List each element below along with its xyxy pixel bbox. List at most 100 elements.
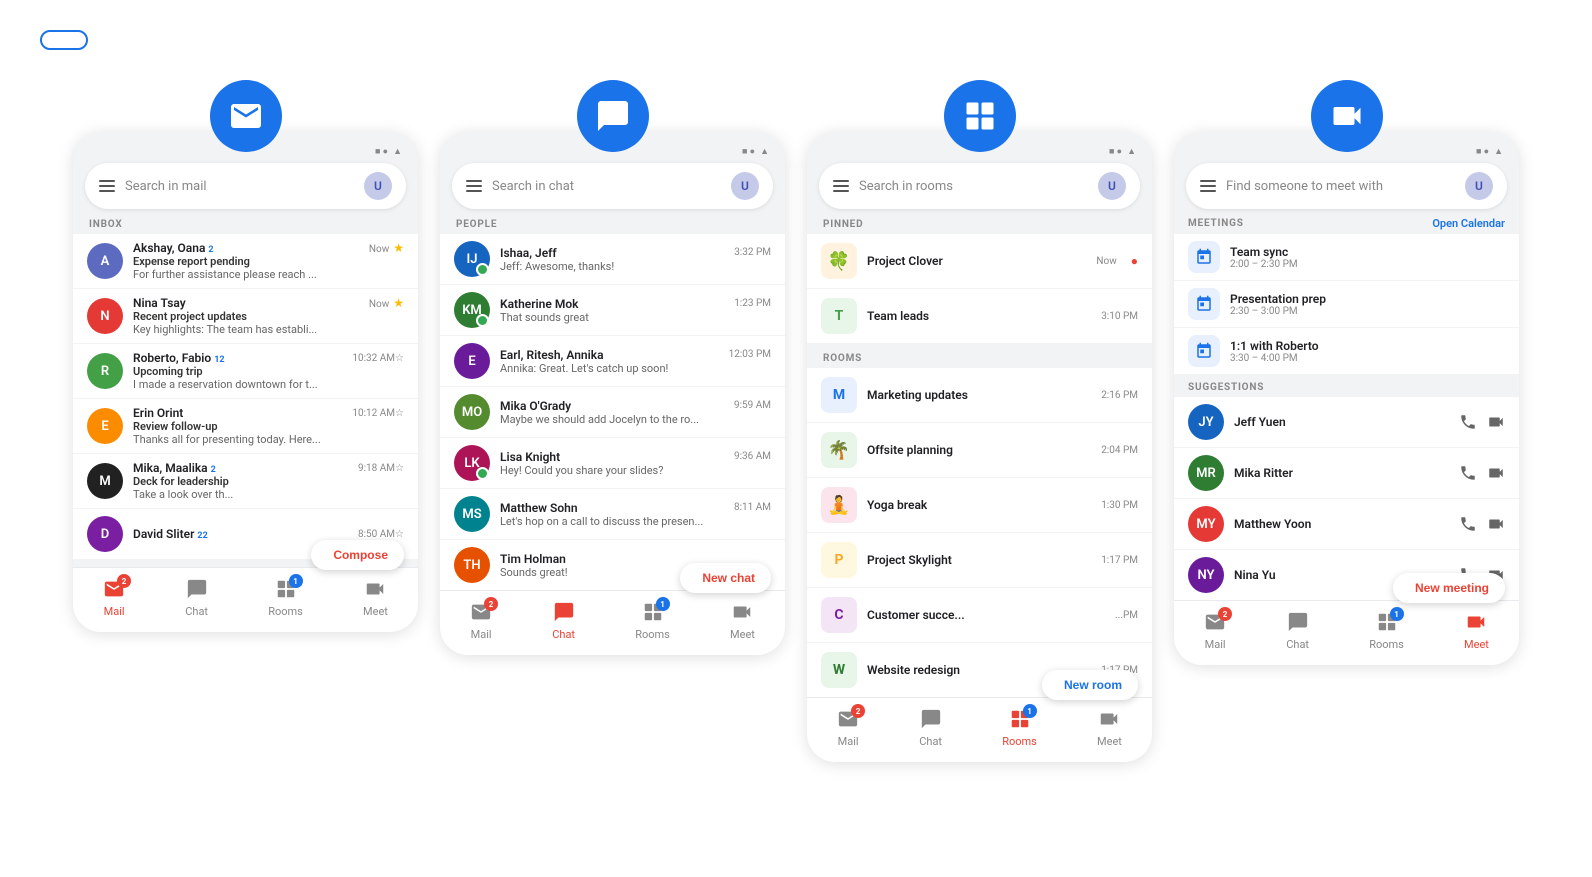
mail-list-item[interactable]: N Nina Tsay Now★ Recent project updates … xyxy=(73,288,418,343)
suggestion-name: Mika Ritter xyxy=(1234,466,1449,480)
suggestion-item[interactable]: MR Mika Ritter xyxy=(1174,447,1519,498)
mail-list-item[interactable]: E Erin Orint 10:12 AM☆ Review follow-up … xyxy=(73,398,418,453)
item-name: Matthew Sohn 8:11 AM xyxy=(500,501,771,515)
room-time: 3:10 PM xyxy=(1101,311,1138,322)
item-content: Akshay, Oana2 Now★ Expense report pendin… xyxy=(133,241,404,281)
hamburger-menu[interactable] xyxy=(99,180,115,192)
item-subject: Recent project updates xyxy=(133,310,404,323)
room-name: Marketing updates xyxy=(867,388,1091,402)
mail-list-item[interactable]: R Roberto, Fabio12 10:32 AM☆ Upcoming tr… xyxy=(73,343,418,398)
item-name: Roberto, Fabio12 10:32 AM☆ xyxy=(133,351,404,365)
chat-list-item[interactable]: KM Katherine Mok 1:23 PM That sounds gre… xyxy=(440,284,785,335)
room-list-item[interactable]: C Customer succe... ...PM xyxy=(807,587,1152,642)
nav-item-rooms[interactable]: 1Rooms xyxy=(268,578,303,618)
nav-item-rooms[interactable]: 1Rooms xyxy=(1002,708,1037,748)
fab-compose[interactable]: Compose xyxy=(311,540,404,570)
mail-list-item[interactable]: A Akshay, Oana2 Now★ Expense report pend… xyxy=(73,234,418,288)
nav-item-meet[interactable]: Meet xyxy=(363,578,388,618)
hamburger-menu[interactable] xyxy=(466,180,482,192)
nav-item-chat[interactable]: Chat xyxy=(552,601,575,641)
room-time: 2:04 PM xyxy=(1101,445,1138,456)
chat-list-item[interactable]: E Earl, Ritesh, Annika 12:03 PM Annika: … xyxy=(440,335,785,386)
room-time: Now xyxy=(1096,256,1116,267)
nav-item-meet[interactable]: Meet xyxy=(1097,708,1122,748)
fab-label: New chat xyxy=(702,571,755,585)
room-list-item[interactable]: P Project Skylight 1:17 PM xyxy=(807,532,1152,587)
nav-item-chat[interactable]: Chat xyxy=(919,708,942,748)
meeting-event-item[interactable]: Team sync 2:00 – 2:30 PM xyxy=(1174,234,1519,280)
nav-item-mail[interactable]: 2Mail xyxy=(470,601,492,641)
search-bar-rooms[interactable]: Search in rooms U xyxy=(819,163,1140,209)
room-icon: T xyxy=(821,298,857,334)
suggestion-item[interactable]: JY Jeff Yuen xyxy=(1174,397,1519,447)
pinned-room-item[interactable]: T Team leads 3:10 PM xyxy=(807,288,1152,343)
chat-list-item[interactable]: LK Lisa Knight 9:36 AM Hey! Could you sh… xyxy=(440,437,785,488)
hamburger-menu[interactable] xyxy=(1200,180,1216,192)
nav-icon-container-mail: 2 xyxy=(837,708,859,733)
item-content: Katherine Mok 1:23 PM That sounds great xyxy=(500,297,771,324)
nav-item-mail[interactable]: 2 Mail xyxy=(103,578,125,618)
mail-list-item[interactable]: M Mika, Maalika2 9:18 AM☆ Deck for leade… xyxy=(73,453,418,508)
search-placeholder: Search in chat xyxy=(492,179,721,194)
meeting-event-item[interactable]: 1:1 with Roberto 3:30 – 4:00 PM xyxy=(1174,327,1519,374)
nav-label: Rooms xyxy=(268,605,303,618)
hamburger-menu[interactable] xyxy=(833,180,849,192)
suggestion-item[interactable]: MY Matthew Yoon xyxy=(1174,498,1519,549)
meeting-event-item[interactable]: Presentation prep 2:30 – 3:00 PM xyxy=(1174,280,1519,327)
item-name: Mika, Maalika2 9:18 AM☆ xyxy=(133,461,404,475)
nav-item-rooms[interactable]: 1Rooms xyxy=(635,601,670,641)
nav-item-meet[interactable]: Meet xyxy=(730,601,755,641)
nav-icon-container-mail: 2 xyxy=(1204,611,1226,636)
chat-list-item[interactable]: MO Mika O'Grady 9:59 AM Maybe we should … xyxy=(440,386,785,437)
room-time: 2:16 PM xyxy=(1101,390,1138,401)
room-icon: 🌴 xyxy=(821,432,857,468)
pinned-room-item[interactable]: 🍀 Project Clover Now ● xyxy=(807,234,1152,288)
search-bar-chat[interactable]: Search in chat U xyxy=(452,163,773,209)
open-calendar-link[interactable]: Open Calendar xyxy=(1432,217,1505,230)
nav-item-mail[interactable]: 2Mail xyxy=(1204,611,1226,651)
search-bar-mail[interactable]: Search in mail U xyxy=(85,163,406,209)
avatar: D xyxy=(87,516,123,552)
nav-badge: 2 xyxy=(117,574,131,588)
fab-new-chat[interactable]: New chat xyxy=(680,563,771,593)
nav-item-chat[interactable]: Chat xyxy=(185,578,208,618)
item-name: David Sliter22 8:50 AM☆ xyxy=(133,527,404,541)
room-list-item[interactable]: 🧘 Yoga break 1:30 PM xyxy=(807,477,1152,532)
room-list-item[interactable]: 🌴 Offsite planning 2:04 PM xyxy=(807,422,1152,477)
suggestion-name: Matthew Yoon xyxy=(1234,517,1449,531)
item-content: Mika, Maalika2 9:18 AM☆ Deck for leaders… xyxy=(133,461,404,501)
new-badge-row xyxy=(40,30,1552,50)
item-content: Ishaa, Jeff 3:32 PM Jeff: Awesome, thank… xyxy=(500,246,771,273)
fab-label: New room xyxy=(1064,678,1122,692)
nav-item-mail[interactable]: 2Mail xyxy=(837,708,859,748)
event-time: 2:00 – 2:30 PM xyxy=(1230,259,1298,270)
fab-new-meeting[interactable]: New meeting xyxy=(1393,573,1505,603)
chat-list-item[interactable]: MS Matthew Sohn 8:11 AM Let's hop on a c… xyxy=(440,488,785,539)
calendar-icon xyxy=(1188,335,1220,367)
nav-item-chat[interactable]: Chat xyxy=(1286,611,1309,651)
avatar: E xyxy=(454,343,490,379)
room-time: 1:17 PM xyxy=(1101,555,1138,566)
event-info: 1:1 with Roberto 3:30 – 4:00 PM xyxy=(1230,339,1319,364)
user-avatar: U xyxy=(731,172,759,200)
chat-list-item[interactable]: IJ Ishaa, Jeff 3:32 PM Jeff: Awesome, th… xyxy=(440,234,785,284)
nav-label: Chat xyxy=(1286,638,1309,651)
event-time: 3:30 – 4:00 PM xyxy=(1230,353,1319,364)
fab-new-room[interactable]: New room xyxy=(1042,670,1138,700)
nav-icon-container-mail: 2 xyxy=(103,578,125,603)
user-avatar: U xyxy=(1098,172,1126,200)
nav-label: Mail xyxy=(104,605,125,618)
event-name: Presentation prep xyxy=(1230,292,1326,306)
search-bar-meet[interactable]: Find someone to meet with U xyxy=(1186,163,1507,209)
phone-nav-meet: 2Mail Chat 1Rooms Meet xyxy=(1174,600,1519,665)
room-list-item[interactable]: M Marketing updates 2:16 PM xyxy=(807,368,1152,422)
nav-icon-container-chat xyxy=(1287,611,1309,636)
nav-item-rooms[interactable]: 1Rooms xyxy=(1369,611,1404,651)
section-label-inbox: INBOX xyxy=(73,209,418,234)
item-preview: Annika: Great. Let's catch up soon! xyxy=(500,362,771,375)
nav-item-meet[interactable]: Meet xyxy=(1464,611,1489,651)
room-name: Team leads xyxy=(867,309,1091,323)
suggestion-avatar: MR xyxy=(1188,455,1224,491)
avatar: MO xyxy=(454,394,490,430)
section-label-suggestions: SUGGESTIONS xyxy=(1174,374,1519,397)
